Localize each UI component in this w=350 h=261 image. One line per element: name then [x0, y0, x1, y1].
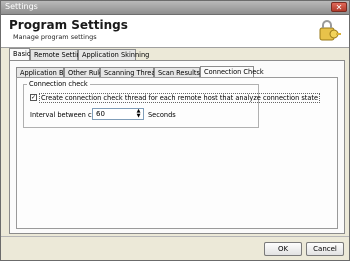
- tab-remote-settings[interactable]: Remote Settings: [30, 49, 89, 60]
- connection-thread-checkbox-label[interactable]: Create connection check thread for each …: [39, 93, 321, 103]
- close-button[interactable]: ✕: [331, 2, 347, 12]
- connection-check-panel: Connection check ✓ Create connection che…: [16, 77, 338, 229]
- settings-window: Settings ✕ Program Settings Manage progr…: [0, 0, 350, 261]
- interval-value[interactable]: 60: [96, 110, 105, 118]
- interval-unit: Seconds: [148, 111, 176, 119]
- title-bar: Settings ✕: [1, 1, 349, 15]
- spin-down-icon[interactable]: ▼: [134, 114, 143, 119]
- connection-thread-checkbox[interactable]: ✓: [30, 94, 37, 101]
- page-subtitle: Manage program settings: [13, 33, 97, 41]
- footer-divider: [1, 236, 349, 237]
- group-legend: Connection check: [27, 80, 90, 88]
- interval-spinner[interactable]: 60 ▲ ▼: [92, 108, 144, 120]
- tab-application-skinning[interactable]: Application Skinning: [78, 49, 149, 60]
- page-title: Program Settings: [9, 18, 128, 32]
- header-banner: Program Settings Manage program settings: [1, 15, 349, 48]
- basic-tab-panel: Application Basic Other Rules Scanning T…: [9, 60, 345, 234]
- connection-check-group: Connection check ✓ Create connection che…: [23, 80, 321, 128]
- window-title: Settings: [5, 2, 38, 11]
- cancel-button[interactable]: Cancel: [306, 242, 344, 256]
- ok-button[interactable]: OK: [264, 242, 302, 256]
- key-lock-icon: [319, 20, 341, 41]
